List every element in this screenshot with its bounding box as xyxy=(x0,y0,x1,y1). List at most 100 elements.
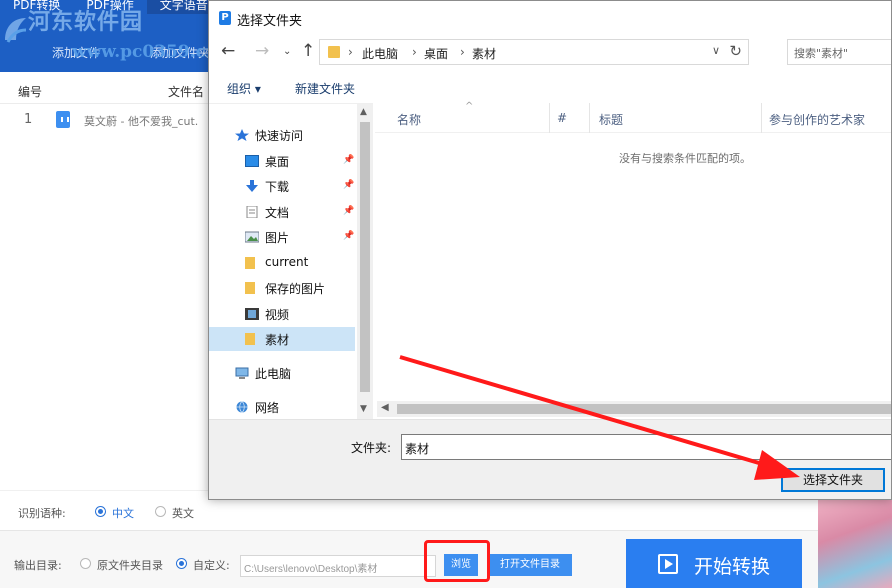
column-index: 编号 xyxy=(18,85,43,99)
sidebar-item-label: 图片 xyxy=(265,231,290,245)
organize-button[interactable]: 组织 ▾ xyxy=(227,80,261,97)
forward-icon[interactable]: → xyxy=(255,41,269,61)
chevron-down-icon[interactable]: ∨ xyxy=(712,44,720,57)
background-photo xyxy=(818,496,892,588)
sidebar-item-current[interactable]: current xyxy=(209,251,355,275)
chevron-right-icon[interactable]: › xyxy=(348,45,353,59)
radio-chinese[interactable] xyxy=(95,506,106,517)
highlight-box xyxy=(424,540,490,582)
select-folder-dialog: P 选择文件夹 ← → ⌄ ↑ › 此电脑 › 桌面 › 素材 ∨ ↻ 搜索"素… xyxy=(208,0,892,500)
picture-icon xyxy=(245,231,259,243)
pin-icon[interactable]: 📌 xyxy=(343,231,354,241)
sidebar-item-label: 保存的图片 xyxy=(265,282,326,296)
folder-selection-bar: 文件夹: 素材 选择文件夹 xyxy=(209,419,891,499)
output-label: 输出目录: xyxy=(14,559,62,572)
sidebar-item-saved-pictures[interactable]: 保存的图片 xyxy=(209,276,355,300)
sidebar-item-pictures[interactable]: 图片 📌 xyxy=(209,225,355,249)
dialog-title: 选择文件夹 xyxy=(237,14,303,29)
navigation-bar: ← → ⌄ ↑ › 此电脑 › 桌面 › 素材 ∨ ↻ 搜索"素材" xyxy=(209,37,891,67)
list-horizontal-scrollbar[interactable]: ◀ xyxy=(377,401,891,417)
watermark-url: www.pc0359.cn xyxy=(72,42,219,62)
output-path-input[interactable]: C:\Users\lenovo\Desktop\素材 xyxy=(240,555,436,577)
file-table-header: 编号 文件名 xyxy=(0,76,208,104)
sidebar-item-quick-access[interactable]: 快速访问 xyxy=(209,123,355,147)
up-icon[interactable]: ↑ xyxy=(301,41,315,61)
pin-icon[interactable]: 📌 xyxy=(343,155,354,165)
column-number[interactable]: # xyxy=(557,111,567,125)
breadcrumb-materials[interactable]: 素材 xyxy=(472,45,496,62)
sidebar-item-documents[interactable]: 文档 📌 xyxy=(209,200,355,224)
row-filename: 莫文蔚 - 他不爱我_cut. xyxy=(84,115,199,128)
address-bar[interactable]: › 此电脑 › 桌面 › 素材 ∨ ↻ xyxy=(319,39,749,65)
nav-pane-scrollbar[interactable]: ▲ ▼ xyxy=(357,104,373,420)
row-index: 1 xyxy=(24,112,33,127)
select-folder-button[interactable]: 选择文件夹 xyxy=(781,468,885,492)
play-icon xyxy=(658,554,678,574)
radio-original-folder-label[interactable]: 原文件夹目录 xyxy=(97,557,163,573)
open-folder-button[interactable]: 打开文件目录 xyxy=(488,554,572,576)
table-row[interactable]: 1 莫文蔚 - 他不爱我_cut. xyxy=(0,106,208,134)
column-filename: 文件名 xyxy=(168,85,205,99)
chevron-right-icon[interactable]: › xyxy=(412,45,417,59)
column-divider[interactable] xyxy=(549,103,550,133)
breadcrumb-this-pc[interactable]: 此电脑 xyxy=(362,45,398,62)
radio-custom-folder-label[interactable]: 自定义: xyxy=(193,557,230,573)
sidebar-item-label: 此电脑 xyxy=(255,367,292,381)
list-header: ^ 名称 # 标题 参与创作的艺术家 xyxy=(375,101,891,133)
recent-locations-icon[interactable]: ⌄ xyxy=(283,46,291,57)
folder-icon xyxy=(328,46,340,58)
scrollbar-thumb[interactable] xyxy=(397,404,891,414)
command-bar: 组织 ▾ 新建文件夹 xyxy=(209,71,891,103)
scroll-up-icon[interactable]: ▲ xyxy=(360,107,367,117)
folder-icon xyxy=(245,257,255,269)
sidebar-item-label: 下载 xyxy=(265,180,290,194)
sidebar-item-label: 文档 xyxy=(265,206,290,220)
pin-icon[interactable]: 📌 xyxy=(343,206,354,216)
sidebar-item-label: 网络 xyxy=(255,401,280,415)
desktop-icon xyxy=(245,155,259,167)
column-title[interactable]: 标题 xyxy=(599,111,623,128)
new-folder-button[interactable]: 新建文件夹 xyxy=(295,80,355,97)
sidebar-item-materials[interactable]: 素材 xyxy=(209,327,355,351)
start-convert-button[interactable]: 开始转换 xyxy=(626,539,802,588)
column-divider[interactable] xyxy=(589,103,590,133)
network-icon xyxy=(236,401,248,413)
sidebar-item-network[interactable]: 网络 xyxy=(209,395,355,419)
radio-custom-folder[interactable] xyxy=(176,558,187,569)
column-divider[interactable] xyxy=(761,103,762,133)
folder-icon xyxy=(245,282,255,294)
pin-icon[interactable]: 📌 xyxy=(343,180,354,190)
sidebar-item-videos[interactable]: 视频 xyxy=(209,302,355,326)
column-name[interactable]: 名称 xyxy=(397,111,421,128)
radio-chinese-label[interactable]: 中文 xyxy=(112,505,134,521)
sidebar-item-downloads[interactable]: 下载 📌 xyxy=(209,174,355,198)
back-icon[interactable]: ← xyxy=(221,41,235,61)
radio-english[interactable] xyxy=(155,506,166,517)
sidebar-item-label: 桌面 xyxy=(265,155,290,169)
star-icon xyxy=(235,129,249,141)
breadcrumb-desktop[interactable]: 桌面 xyxy=(424,45,448,62)
app-logo-icon: P xyxy=(219,11,231,25)
radio-english-label[interactable]: 英文 xyxy=(172,505,194,521)
watermark-text: 河东软件园 xyxy=(28,9,144,35)
sidebar-item-label: 素材 xyxy=(265,333,290,347)
sidebar-item-desktop[interactable]: 桌面 📌 xyxy=(209,149,355,173)
file-list-pane: ^ 名称 # 标题 参与创作的艺术家 没有与搜索条件匹配的项。 ◀ xyxy=(375,101,891,419)
chevron-right-icon[interactable]: › xyxy=(460,45,465,59)
audio-file-icon xyxy=(56,111,70,128)
logo-icon xyxy=(5,18,27,43)
refresh-icon[interactable]: ↻ xyxy=(729,42,742,60)
computer-icon xyxy=(235,367,249,379)
scroll-left-icon[interactable]: ◀ xyxy=(381,402,389,413)
column-contributing-artists[interactable]: 参与创作的艺术家 xyxy=(769,111,865,128)
recognition-label: 识别语种: xyxy=(18,507,66,520)
sort-ascending-icon: ^ xyxy=(465,101,474,112)
sidebar-item-this-pc[interactable]: 此电脑 xyxy=(209,361,355,385)
empty-message: 没有与搜索条件匹配的项。 xyxy=(619,152,751,165)
scroll-down-icon[interactable]: ▼ xyxy=(360,404,367,414)
radio-original-folder[interactable] xyxy=(80,558,91,569)
sidebar-item-label: current xyxy=(265,255,309,269)
search-input[interactable]: 搜索"素材" xyxy=(787,39,891,65)
folder-name-input[interactable]: 素材 xyxy=(401,434,891,460)
scrollbar-thumb[interactable] xyxy=(360,122,370,392)
